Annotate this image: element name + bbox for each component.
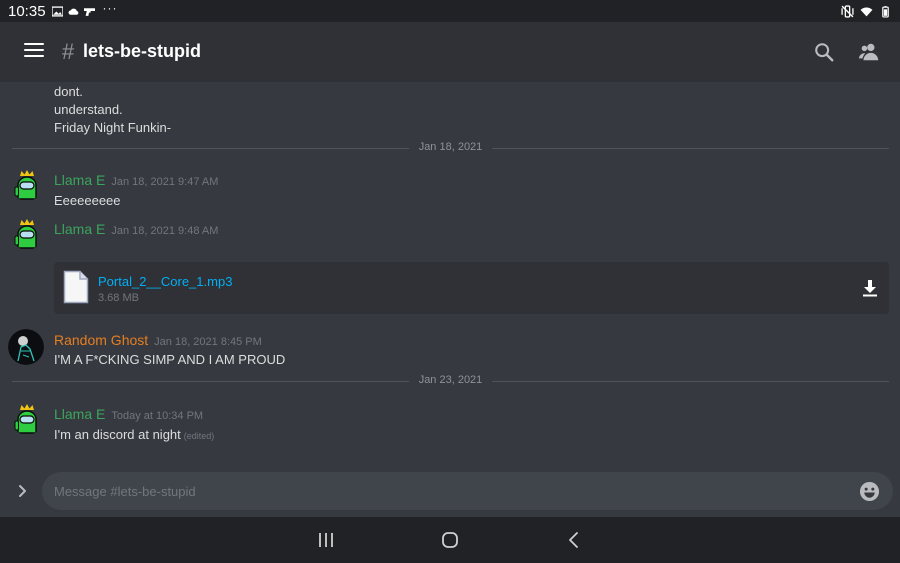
date-divider: Jan 23, 2021 — [12, 374, 889, 387]
date-divider: Jan 18, 2021 — [12, 141, 889, 154]
recent-apps-icon[interactable] — [316, 530, 336, 550]
message-list[interactable]: dont. understand. Friday Night Funkin- J… — [0, 82, 900, 465]
chevron-right-icon[interactable] — [16, 484, 30, 498]
gun-icon — [83, 7, 95, 16]
message-text: I'm an discord at night (edited) — [54, 427, 214, 442]
file-icon — [63, 270, 89, 304]
status-more: ··· — [102, 1, 118, 15]
avatar[interactable] — [11, 169, 43, 201]
file-size: 3.68 MB — [98, 292, 139, 304]
author-name[interactable]: Llama E — [54, 172, 105, 188]
status-bar: 10:35 ··· — [0, 0, 900, 22]
author-name[interactable]: Llama E — [54, 406, 105, 422]
home-icon[interactable] — [440, 530, 460, 550]
members-icon[interactable] — [858, 41, 880, 63]
message-line: understand. — [54, 102, 123, 117]
android-nav-bar — [0, 517, 900, 563]
message-timestamp: Today at 10:34 PM — [111, 410, 204, 422]
mute-vibrate-icon — [841, 4, 854, 18]
cloud-icon — [68, 8, 78, 15]
message-text-body: I'm an discord at night — [54, 427, 181, 442]
avatar[interactable] — [11, 218, 43, 250]
composer — [0, 465, 900, 517]
search-icon[interactable] — [813, 41, 835, 63]
date-divider-label: Jan 18, 2021 — [408, 141, 493, 153]
channel-header: # lets-be-stupid — [0, 22, 900, 82]
message-author[interactable]: Llama E Jan 18, 2021 9:48 AM — [54, 221, 218, 237]
message-timestamp: Jan 18, 2021 9:48 AM — [111, 225, 219, 237]
wifi-icon — [860, 7, 873, 16]
author-name[interactable]: Llama E — [54, 221, 105, 237]
message-input[interactable] — [42, 472, 893, 510]
author-name[interactable]: Random Ghost — [54, 332, 148, 348]
message-author[interactable]: Llama E Jan 18, 2021 9:47 AM — [54, 172, 218, 188]
emoji-icon[interactable] — [859, 481, 880, 502]
file-attachment[interactable]: Portal_2__Core_1.mp3 3.68 MB — [54, 262, 889, 314]
message-line: dont. — [54, 84, 83, 99]
message-line: Friday Night Funkin- — [54, 120, 172, 135]
back-icon[interactable] — [564, 530, 584, 550]
edited-tag: (edited) — [183, 431, 215, 441]
avatar[interactable] — [11, 403, 43, 435]
message-author[interactable]: Llama E Today at 10:34 PM — [54, 406, 203, 422]
message-text: I'M A F*CKING SIMP AND I AM PROUD — [54, 352, 286, 367]
file-name-link[interactable]: Portal_2__Core_1.mp3 — [98, 274, 232, 289]
message-author[interactable]: Random Ghost Jan 18, 2021 8:45 PM — [54, 332, 262, 348]
image-icon — [51, 5, 63, 17]
message-timestamp: Jan 18, 2021 8:45 PM — [154, 336, 262, 348]
channel-title: lets-be-stupid — [83, 41, 202, 61]
menu-icon[interactable] — [24, 43, 44, 61]
avatar[interactable] — [8, 329, 44, 365]
message-text: Eeeeeeeee — [54, 193, 121, 208]
status-time: 10:35 — [8, 2, 46, 20]
message-timestamp: Jan 18, 2021 9:47 AM — [111, 176, 219, 188]
channel-hash: # — [62, 39, 75, 64]
battery-icon — [882, 5, 889, 18]
download-icon[interactable] — [861, 279, 879, 297]
date-divider-label: Jan 23, 2021 — [408, 374, 493, 386]
